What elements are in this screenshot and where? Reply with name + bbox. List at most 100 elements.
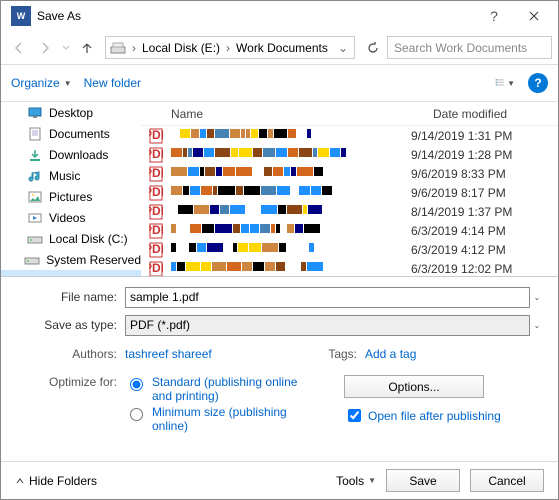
chevron-down-icon[interactable]: ⌄ (336, 41, 354, 55)
view-menu[interactable]: ▼ (494, 72, 516, 94)
footer: Hide Folders Tools ▼ Save Cancel (1, 461, 558, 499)
svg-text:PDF: PDF (149, 166, 163, 180)
pdf-icon: PDF (149, 242, 165, 258)
window-title: Save As (37, 9, 474, 23)
chevron-right-icon: › (130, 41, 138, 55)
toolbar: Organize ▼ New folder ▼ ? (1, 65, 558, 101)
tree-item[interactable]: Music (1, 165, 141, 186)
file-date: 6/3/2019 4:14 PM (411, 224, 506, 238)
file-list-header[interactable]: Name Date modified (141, 102, 558, 126)
col-name[interactable]: Name (171, 107, 433, 121)
breadcrumb[interactable]: › Local Disk (E:) › Work Documents ⌄ (105, 36, 355, 59)
svg-text:PDF: PDF (149, 223, 163, 237)
file-row[interactable]: PDF 9/6/2019 8:33 PM (141, 164, 558, 183)
new-folder-button[interactable]: New folder (84, 76, 141, 90)
file-name-redacted (171, 262, 411, 276)
refresh-button[interactable] (361, 36, 385, 60)
file-name-redacted (171, 186, 411, 200)
filename-input[interactable] (125, 287, 530, 308)
file-row[interactable]: PDF 6/3/2019 12:02 PM (141, 259, 558, 276)
search-box[interactable] (387, 36, 552, 59)
file-date: 8/14/2019 1:37 PM (411, 205, 512, 219)
tags-label: Tags: (305, 347, 365, 361)
svg-text:PDF: PDF (149, 128, 163, 142)
saveas-dialog: W Save As ? › Local Disk (E:) › Work Doc… (0, 0, 559, 500)
filename-dropdown[interactable]: ⌄ (530, 293, 544, 302)
radio-standard-input[interactable] (130, 378, 143, 391)
pdf-icon: PDF (149, 147, 165, 163)
file-name-redacted (171, 148, 411, 162)
file-name-redacted (171, 224, 411, 238)
open-after-checkbox[interactable]: Open file after publishing (344, 406, 501, 425)
radio-standard[interactable]: Standard (publishing online and printing… (125, 375, 344, 403)
file-row[interactable]: PDF 9/14/2019 1:28 PM (141, 145, 558, 164)
close-button[interactable] (514, 1, 554, 31)
tree-item[interactable]: Videos (1, 207, 141, 228)
open-after-input[interactable] (348, 409, 361, 422)
pdf-icon: PDF (149, 204, 165, 220)
save-button[interactable]: Save (386, 469, 460, 492)
options-button[interactable]: Options... (344, 375, 484, 398)
filename-label: File name: (15, 290, 125, 304)
radio-minimum-input[interactable] (130, 408, 143, 421)
file-name-redacted (171, 167, 411, 181)
organize-menu[interactable]: Organize ▼ (11, 76, 72, 90)
savetype-dropdown[interactable]: ⌄ (530, 321, 544, 330)
radio-minimum[interactable]: Minimum size (publishing online) (125, 405, 344, 433)
breadcrumb-seg1[interactable]: Local Disk (E:) (138, 41, 224, 55)
file-date: 9/14/2019 1:28 PM (411, 148, 512, 162)
tools-menu[interactable]: Tools ▼ (336, 474, 376, 488)
file-row[interactable]: PDF 8/14/2019 1:37 PM (141, 202, 558, 221)
hide-folders-toggle[interactable]: Hide Folders (15, 474, 97, 488)
bottom-form: File name: ⌄ Save as type: PDF (*.pdf) ⌄… (1, 277, 558, 461)
breadcrumb-seg2[interactable]: Work Documents (232, 41, 332, 55)
tags-value[interactable]: Add a tag (365, 347, 416, 361)
pdf-icon: PDF (149, 128, 165, 144)
titlebar: W Save As ? (1, 1, 558, 31)
svg-text:PDF: PDF (149, 147, 163, 161)
chevron-right-icon: › (224, 41, 232, 55)
authors-value[interactable]: tashreef shareef (125, 347, 305, 361)
col-date[interactable]: Date modified (433, 107, 558, 121)
chevron-up-icon (15, 476, 25, 486)
file-date: 6/3/2019 4:12 PM (411, 243, 506, 257)
drive-icon (108, 38, 128, 58)
file-row[interactable]: PDF9/6/2019 8:17 PM (141, 183, 558, 202)
file-list: Name Date modified PDF9/14/2019 1:31 PMP… (141, 102, 558, 276)
nav-tree[interactable]: DesktopDocumentsDownloadsMusicPicturesVi… (1, 102, 141, 276)
file-name-redacted (171, 243, 411, 257)
cancel-button[interactable]: Cancel (470, 469, 544, 492)
pdf-icon: PDF (149, 261, 165, 277)
file-row[interactable]: PDF 9/14/2019 1:31 PM (141, 126, 558, 145)
pdf-icon: PDF (149, 185, 165, 201)
file-list-body[interactable]: PDF 9/14/2019 1:31 PM PDF 9/14/2019 1:28 PM… (141, 126, 558, 276)
back-button[interactable] (7, 36, 31, 60)
pdf-icon: PDF (149, 223, 165, 239)
svg-text:PDF: PDF (149, 185, 163, 199)
pdf-icon: PDF (149, 166, 165, 182)
forward-button[interactable] (33, 36, 57, 60)
tree-item[interactable]: Pictures (1, 186, 141, 207)
tree-item[interactable]: Desktop (1, 102, 141, 123)
tree-item[interactable]: ▾Local Disk (E:) (1, 270, 141, 276)
file-row[interactable]: PDF 6/3/2019 4:14 PM (141, 221, 558, 240)
file-date: 6/3/2019 12:02 PM (411, 262, 512, 276)
help-icon[interactable]: ? (528, 73, 548, 93)
file-date: 9/6/2019 8:33 PM (411, 167, 506, 181)
file-name-redacted (171, 129, 411, 143)
file-row[interactable]: PDF 6/3/2019 4:12 PM (141, 240, 558, 259)
optimize-label: Optimize for: (15, 375, 125, 389)
savetype-select[interactable]: PDF (*.pdf) (125, 315, 530, 336)
help-button[interactable]: ? (474, 1, 514, 31)
search-input[interactable] (392, 40, 551, 56)
tree-item[interactable]: Downloads (1, 144, 141, 165)
tree-item[interactable]: Documents (1, 123, 141, 144)
file-date: 9/14/2019 1:31 PM (411, 129, 512, 143)
savetype-label: Save as type: (15, 318, 125, 332)
word-app-icon: W (11, 6, 31, 26)
svg-text:PDF: PDF (149, 204, 163, 218)
up-button[interactable] (75, 36, 99, 60)
tree-item[interactable]: System Reserved (1, 249, 141, 270)
tree-item[interactable]: Local Disk (C:) (1, 228, 141, 249)
recent-dropdown[interactable] (59, 36, 73, 60)
